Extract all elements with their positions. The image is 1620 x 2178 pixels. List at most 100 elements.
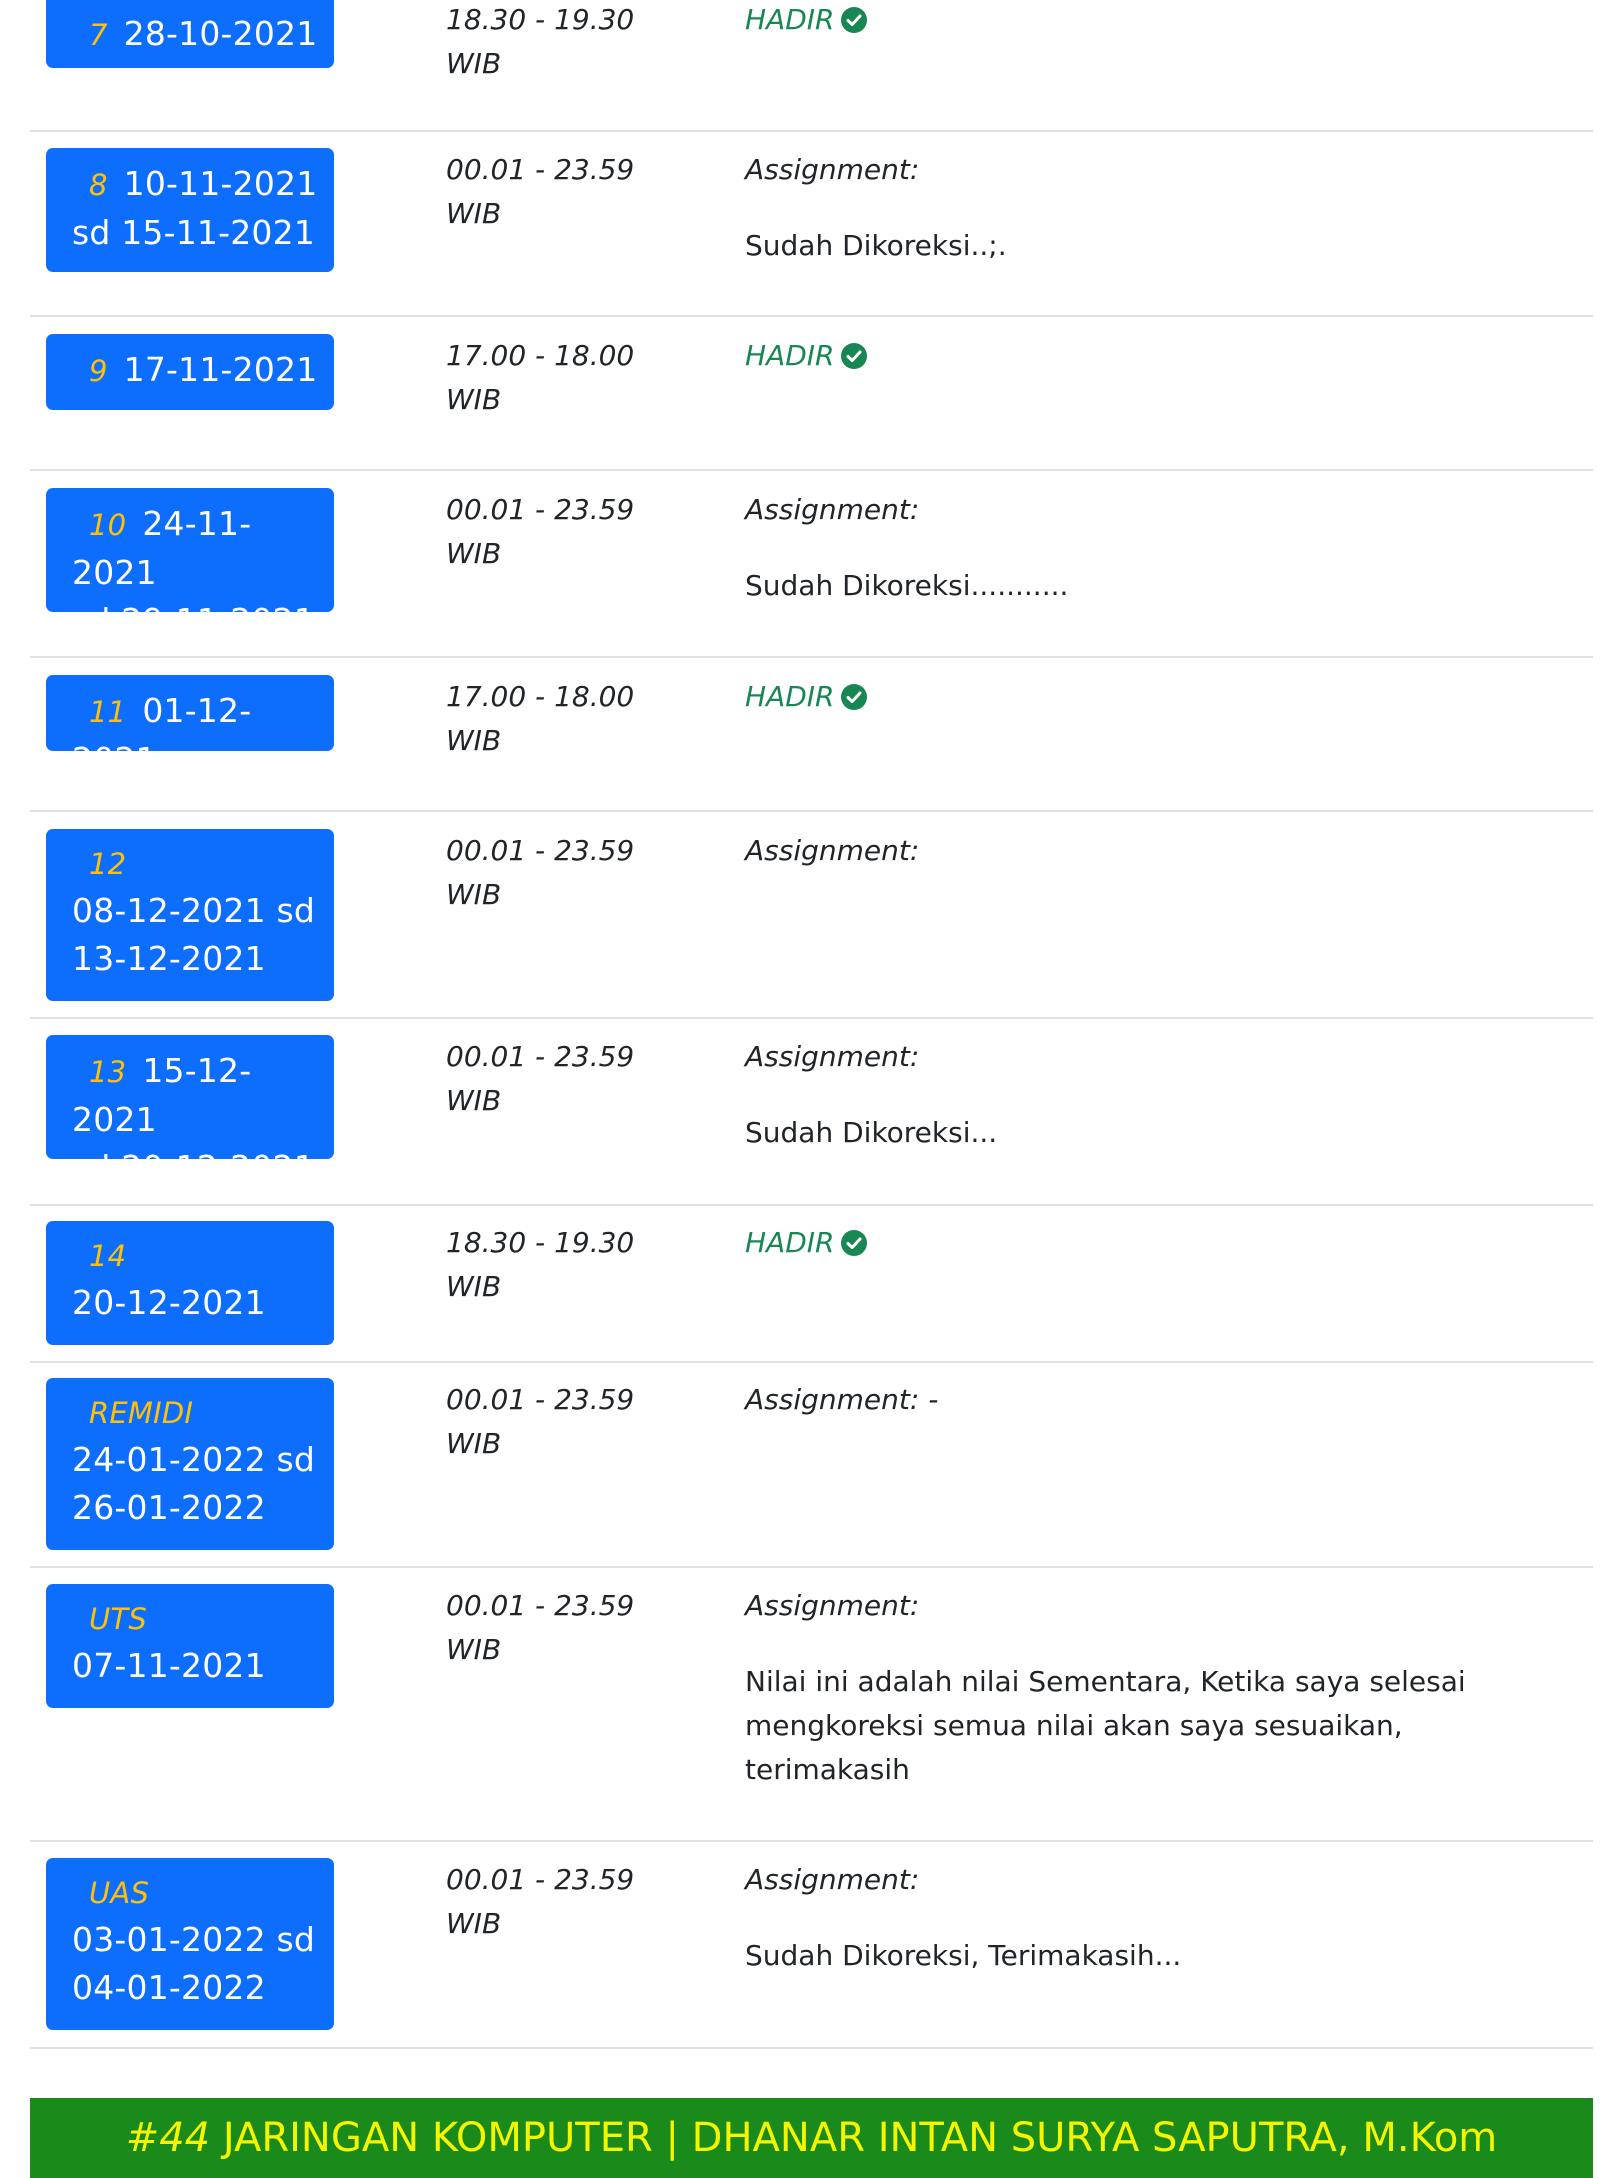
session-timezone: WIB [446,197,502,230]
session-time-range: 18.30 - 19.30 [446,1226,635,1259]
session-badge[interactable]: 13 15-12-2021 sd 20-12-2021 [46,1035,334,1187]
session-row: UTS 07-11-2021 00.01 - 23.59 WIB Assignm… [30,1568,1593,1842]
session-time-range: 00.01 - 23.59 [446,1589,635,1622]
session-number: 8 [89,168,108,202]
session-time-range: 00.01 - 23.59 [446,834,635,867]
session-status: HADIR [745,334,1545,378]
session-timezone: WIB [446,1270,502,1303]
session-date: 20-12-2021 [72,1283,266,1322]
session-status: Assignment: Sudah Dikoreksi........... [745,488,1545,608]
session-status: Assignment: Nilai ini adalah nilai Semen… [745,1584,1505,1792]
session-number: 7 [89,18,108,52]
session-status: Assignment: Sudah Dikoreksi, Terimakasih… [745,1858,1545,1978]
session-row: 10 24-11-2021 sd 29-11-2021 00.01 - 23.59… [30,471,1593,658]
session-number: 10 [89,508,127,542]
assignment-label: Assignment: - [745,1383,939,1416]
session-time: 17.00 - 18.00 WIB [446,675,666,763]
session-status: HADIR [745,675,1545,719]
assignment-note: Nilai ini adalah nilai Sementara, Ketika… [745,1665,1466,1786]
session-row: 14 20-12-2021 18.30 - 19.30 WIB HADIR [30,1206,1593,1363]
session-timezone: WIB [446,383,502,416]
session-time: 00.01 - 23.59 WIB [446,829,666,917]
session-badge[interactable]: 12 08-12-2021 sd 13-12-2021 [46,829,334,1001]
session-date: 03-01-2022 sd [72,1920,316,1959]
session-status: Assignment: Sudah Dikoreksi..;. [745,148,1545,268]
session-row: 8 10-11-2021 sd 15-11-2021 00.01 - 23.59 … [30,130,1593,317]
attendance-status: HADIR [745,0,868,42]
session-timezone: WIB [446,1084,502,1117]
assignment-label: Assignment: [745,153,920,186]
session-number: 12 [89,847,127,881]
session-time: 18.30 - 19.30 WIB [446,1221,666,1309]
session-timezone: WIB [446,1907,502,1940]
session-date-end: sd 20-12-2021 [72,1148,316,1187]
session-status: Assignment: Sudah Dikoreksi... [745,1035,1545,1155]
assignment-note: Sudah Dikoreksi........... [745,569,1069,602]
session-status: HADIR [745,1221,1545,1265]
session-date-end: 26-01-2022 [72,1488,266,1527]
session-time: 18.30 - 19.30 WIB [446,0,666,86]
session-timezone: WIB [446,47,502,80]
assignment-note: Sudah Dikoreksi... [745,1116,998,1149]
session-row: 12 08-12-2021 sd 13-12-2021 00.01 - 23.5… [30,812,1593,1019]
check-circle-icon [841,343,868,369]
session-badge[interactable]: 8 10-11-2021 sd 15-11-2021 [46,148,334,272]
session-time: 00.01 - 23.59 WIB [446,148,666,236]
attendance-status: HADIR [745,675,868,719]
session-badge[interactable]: 9 17-11-2021 [46,334,334,410]
session-timezone: WIB [446,724,502,757]
session-date: 17-11-2021 [123,350,318,389]
session-badge[interactable]: REMIDI 24-01-2022 sd 26-01-2022 [46,1378,334,1550]
session-time: 17.00 - 18.00 WIB [446,334,666,422]
session-row: 9 17-11-2021 17.00 - 18.00 WIB HADIR [30,317,1593,471]
session-time-range: 17.00 - 18.00 [446,680,635,713]
check-circle-icon [841,1230,868,1256]
session-time: 00.01 - 23.59 WIB [446,1035,666,1123]
session-date-end: 13-12-2021 [72,939,266,978]
session-date-end: 04-01-2022 [72,1968,266,2007]
session-number: 11 [89,695,127,729]
check-circle-icon [841,7,868,33]
session-badge[interactable]: 10 24-11-2021 sd 29-11-2021 [46,488,334,640]
session-date-end: sd 29-11-2021 [72,601,316,640]
session-timezone: WIB [446,878,502,911]
course-title: JARINGAN KOMPUTER | DHANAR INTAN SURYA S… [222,2115,1498,2161]
course-header-bar[interactable]: #44 JARINGAN KOMPUTER | DHANAR INTAN SUR… [30,2098,1593,2178]
session-time: 00.01 - 23.59 WIB [446,1378,666,1466]
course-number: #44 [125,2115,211,2161]
session-time-range: 17.00 - 18.00 [446,339,635,372]
session-time-range: 00.01 - 23.59 [446,153,635,186]
session-timezone: WIB [446,1633,502,1666]
session-badge[interactable]: 11 01-12-2021 [46,675,334,779]
session-row: 7 28-10-2021 18.30 - 19.30 WIB HADIR [30,0,1593,132]
attendance-status: HADIR [745,1221,868,1265]
session-row: 13 15-12-2021 sd 20-12-2021 00.01 - 23.59… [30,1019,1593,1206]
session-number: 14 [89,1239,127,1273]
session-date: 28-10-2021 [123,14,318,53]
session-date: 10-11-2021 [123,164,318,203]
session-row: REMIDI 24-01-2022 sd 26-01-2022 00.01 - … [30,1363,1593,1568]
session-number: 9 [89,354,108,388]
session-time-range: 00.01 - 23.59 [446,493,635,526]
assignment-label: Assignment: [745,1040,920,1073]
session-time: 00.01 - 23.59 WIB [446,1858,666,1946]
session-number: UTS [89,1602,147,1636]
attendance-label: HADIR [745,1226,835,1259]
session-badge[interactable]: 14 20-12-2021 [46,1221,334,1345]
session-time: 00.01 - 23.59 WIB [446,1584,666,1672]
session-status: HADIR [745,0,1545,42]
session-row: UAS 03-01-2022 sd 04-01-2022 00.01 - 23.… [30,1842,1593,2049]
session-time-range: 18.30 - 19.30 [446,3,635,36]
session-badge[interactable]: UAS 03-01-2022 sd 04-01-2022 [46,1858,334,2030]
session-time-range: 00.01 - 23.59 [446,1040,635,1073]
session-badge[interactable]: UTS 07-11-2021 [46,1584,334,1708]
session-badge[interactable]: 7 28-10-2021 [46,0,334,68]
session-timezone: WIB [446,1427,502,1460]
assignment-note: Sudah Dikoreksi, Terimakasih... [745,1939,1182,1972]
attendance-status: HADIR [745,334,868,378]
check-circle-icon [841,684,868,710]
session-date-end: sd 15-11-2021 [72,213,316,252]
session-date: 08-12-2021 sd [72,891,316,930]
session-timezone: WIB [446,537,502,570]
assignment-label: Assignment: [745,1589,920,1622]
